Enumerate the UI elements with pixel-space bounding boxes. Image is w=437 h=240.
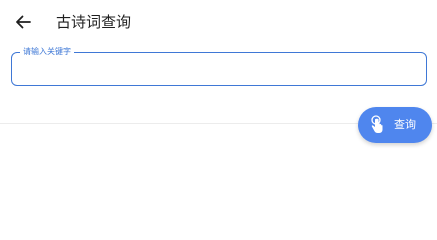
query-button[interactable]: 查询 (358, 107, 432, 143)
keyword-input[interactable] (22, 59, 414, 79)
page-title: 古诗词查询 (56, 13, 132, 31)
keyword-field[interactable]: 请输入关键字 (11, 47, 427, 86)
touch-icon (371, 115, 383, 133)
back-button[interactable] (10, 9, 36, 35)
query-button-label: 查询 (394, 118, 416, 131)
app-screen: 古诗词查询 请输入关键字 查询 (0, 0, 437, 240)
arrow-back-icon (16, 15, 31, 29)
top-app-bar: 古诗词查询 (0, 0, 437, 44)
keyword-field-label: 请输入关键字 (20, 47, 74, 57)
